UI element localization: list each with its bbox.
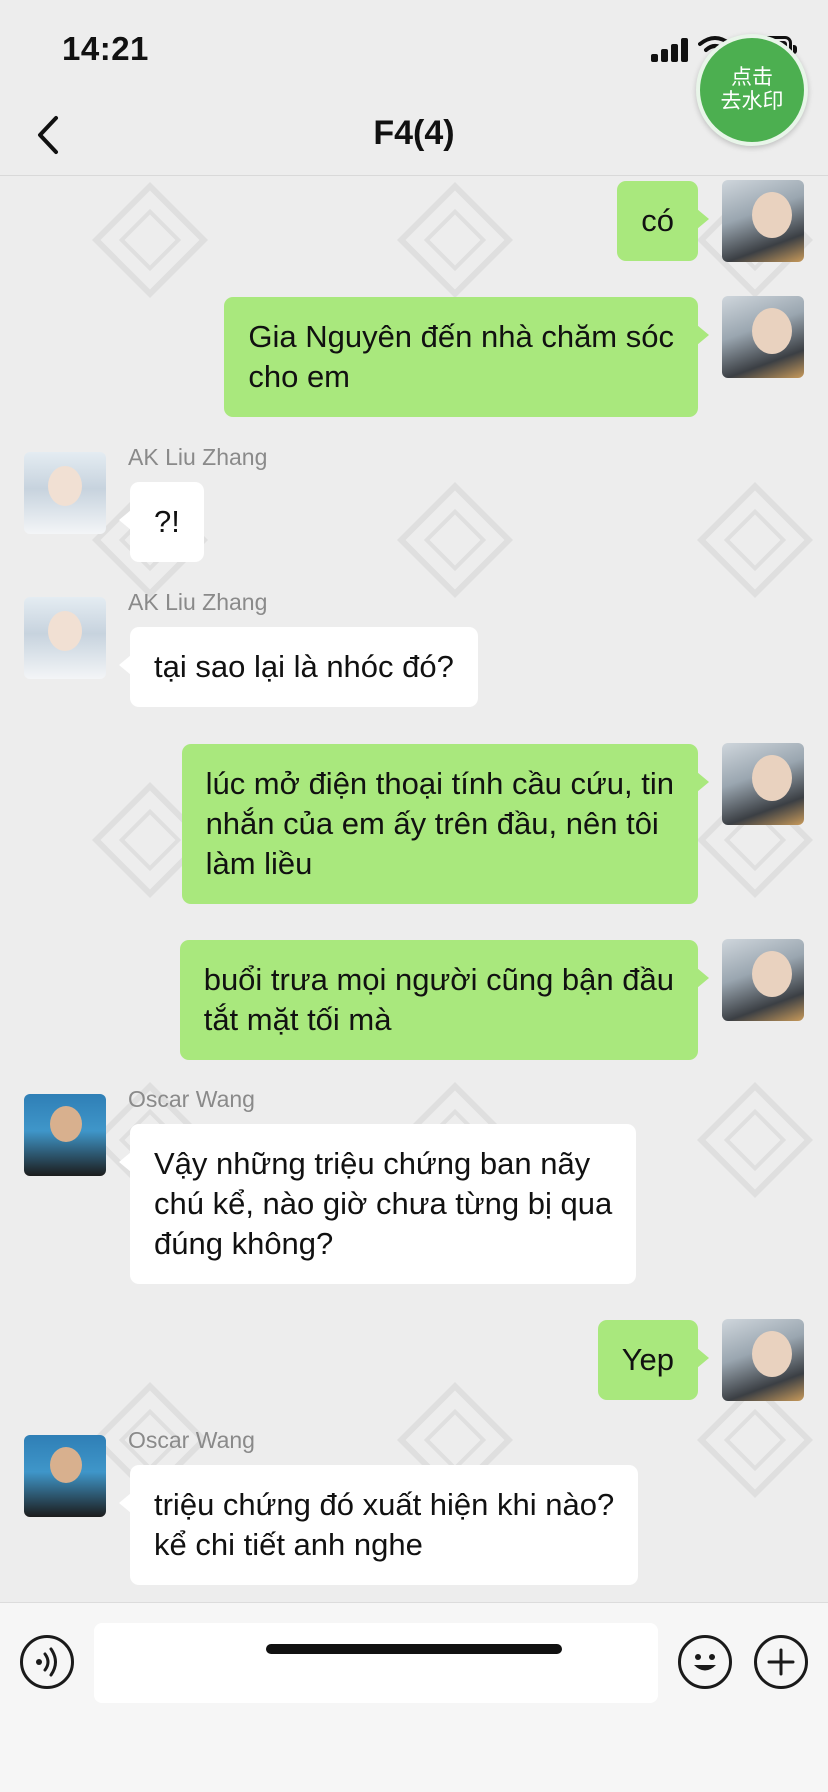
message-bubble[interactable]: có [617,181,709,261]
voice-icon [36,1647,57,1677]
sender-name: AK Liu Zhang [128,589,268,615]
message-bubble[interactable]: Vậy những triệu chứng ban nãy chú kể, nà… [118,1124,637,1284]
message-bubble[interactable]: Gia Nguyên đến nhà chăm sóc cho em [224,297,709,417]
more-button[interactable] [754,1635,808,1689]
badge-line-1: 点击 [731,66,773,89]
sender-name: Oscar Wang [128,1427,255,1453]
avatar[interactable] [24,1435,106,1517]
avatar[interactable] [722,1319,804,1401]
avatar[interactable] [24,597,106,679]
home-indicator[interactable] [266,1644,562,1654]
status-time: 14:21 [62,30,149,67]
message-list[interactable]: có Gia Nguyên đến nhà chăm sóc cho em AK… [0,176,828,1602]
chat-title: F4(4) [373,114,455,152]
input-bar [0,1602,828,1792]
avatar[interactable] [722,743,804,825]
cellular-signal-icon [651,38,691,62]
sender-name: AK Liu Zhang [128,444,268,470]
message-bubble[interactable]: ?! [119,482,204,562]
message-bubble[interactable]: buổi trưa mọi người cũng bận đầu tắt mặt… [179,940,710,1060]
avatar[interactable] [24,1094,106,1176]
avatar[interactable] [722,180,804,262]
avatar[interactable] [24,452,106,534]
voice-button[interactable] [20,1635,74,1689]
avatar[interactable] [722,296,804,378]
message-bubble[interactable]: lúc mở điện thoại tính cầu cứu, tin nhắn… [181,744,710,904]
avatar[interactable] [722,939,804,1021]
emoji-button[interactable] [678,1635,732,1689]
emoji-icon [694,1654,716,1671]
navigation-bar: F4(4) [0,96,828,176]
plus-icon [767,1648,795,1676]
message-bubble[interactable]: tại sao lại là nhóc đó? [119,627,478,707]
message-bubble[interactable]: Yep [597,1320,710,1400]
sender-name: Oscar Wang [128,1086,255,1112]
message-bubble[interactable]: triệu chứng đó xuất hiện khi nào? kể chi… [118,1465,639,1585]
message-input[interactable] [94,1623,658,1703]
